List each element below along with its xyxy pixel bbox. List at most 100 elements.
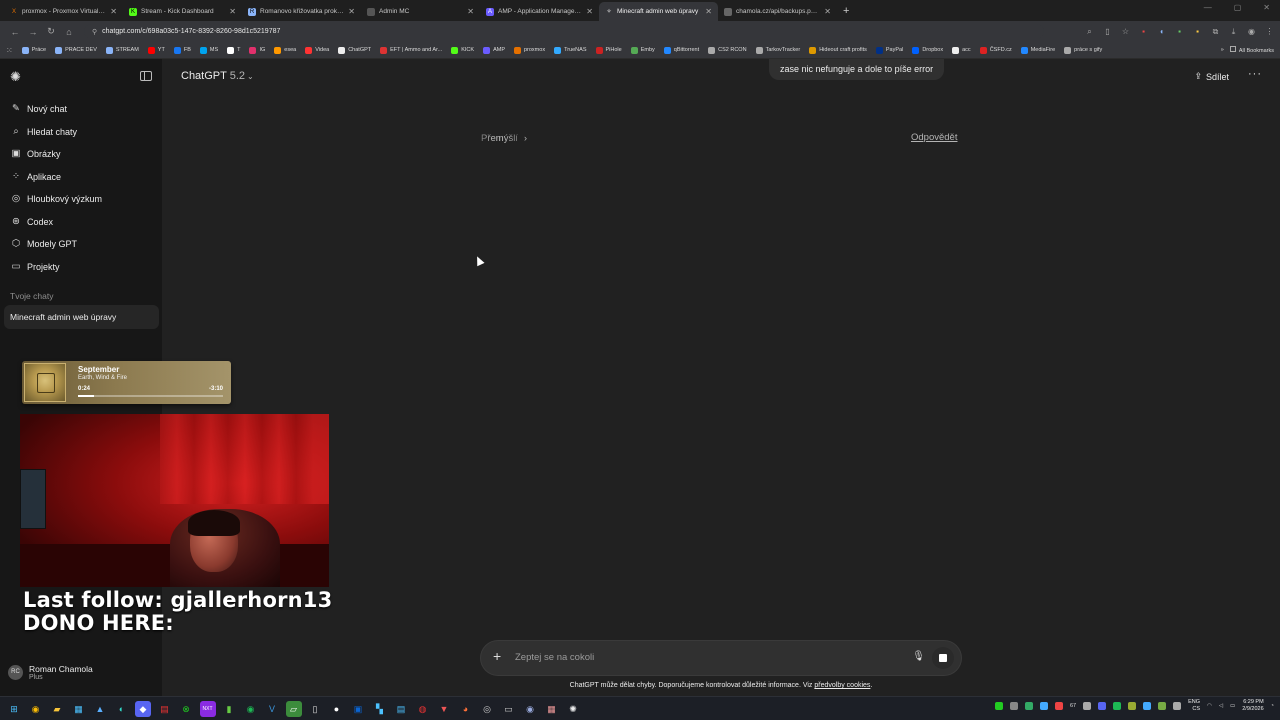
app-icon[interactable]: ▚: [372, 701, 388, 717]
menu-dots-icon[interactable]: ⋮: [1265, 27, 1274, 36]
sidebar-item-apps[interactable]: ⁘ Aplikace: [10, 168, 61, 186]
chatgpt-icon[interactable]: ✺: [565, 701, 581, 717]
bookmark-item[interactable]: Videa: [305, 46, 329, 54]
sidebar-item-gpts[interactable]: ⬡ Modely GPT: [10, 235, 77, 253]
browser-tab[interactable]: K Stream - Kick Dashboard ✕: [123, 2, 242, 21]
close-tab-icon[interactable]: ✕: [586, 7, 593, 16]
chrome-icon[interactable]: ◉: [28, 701, 44, 717]
close-window-icon[interactable]: ✕: [1263, 3, 1270, 12]
extension-icon[interactable]: ▪: [1175, 27, 1184, 36]
tray-icon[interactable]: [1173, 702, 1182, 710]
bookmark-item[interactable]: TarkovTracker: [755, 46, 800, 54]
sidebar-item-deep-research[interactable]: ◎ Hloubkový výzkum: [10, 190, 102, 208]
edge-icon[interactable]: ◐: [114, 701, 130, 717]
bookmark-star-icon[interactable]: ☆: [1121, 27, 1130, 36]
close-tab-icon[interactable]: ✕: [467, 7, 474, 16]
store-icon[interactable]: ▦: [71, 701, 87, 717]
bookmark-item[interactable]: PayPal: [875, 46, 903, 54]
notepad-icon[interactable]: ▯: [307, 701, 323, 717]
language-indicator[interactable]: ENG CS: [1188, 699, 1200, 713]
tray-icon[interactable]: [1143, 702, 1152, 710]
outlook-icon[interactable]: ▣: [350, 701, 366, 717]
xbox-icon[interactable]: ⊗: [178, 701, 194, 717]
notification-bell-icon[interactable]: ◔: [1271, 703, 1274, 709]
apps-grid-icon[interactable]: ⁙: [6, 46, 13, 55]
app-icon[interactable]: ▼: [436, 701, 452, 717]
photos-icon[interactable]: ▲: [92, 701, 108, 717]
extension-icon[interactable]: ▪: [1193, 27, 1202, 36]
new-tab-button[interactable]: +: [843, 2, 849, 21]
tray-icon[interactable]: [1158, 702, 1167, 710]
app-icon[interactable]: ▭: [501, 701, 517, 717]
message-composer[interactable]: + Zeptej se na cokoli 🎙: [481, 641, 961, 675]
back-icon[interactable]: ←: [6, 27, 24, 37]
close-tab-icon[interactable]: ✕: [348, 7, 355, 16]
browser-tab[interactable]: Admin MC ✕: [361, 2, 480, 21]
app-icon[interactable]: ▤: [393, 701, 409, 717]
app-icon[interactable]: ▤: [157, 701, 173, 717]
close-tab-icon[interactable]: ✕: [110, 7, 117, 16]
home-icon[interactable]: ⌂: [60, 27, 78, 37]
discord-icon[interactable]: ◆: [135, 700, 151, 717]
app-icon[interactable]: NXT: [199, 700, 216, 717]
browser-tab[interactable]: R Romanovo křižovatka prokliků ✕: [242, 2, 361, 21]
reload-icon[interactable]: ↻: [42, 26, 60, 37]
bookmark-item[interactable]: PRACE DEV: [55, 46, 97, 54]
tray-icon[interactable]: [1039, 702, 1048, 710]
microphone-icon[interactable]: 🎙: [912, 651, 925, 662]
app-icon[interactable]: ▮: [221, 701, 237, 717]
chevron-right-icon[interactable]: ›: [524, 133, 527, 143]
browser-tab[interactable]: Xproxmox - Proxmox Virtual Environment ✕: [4, 2, 123, 21]
bookmark-item[interactable]: ČSFD.cz: [979, 46, 1012, 54]
tray-icon[interactable]: [1009, 702, 1018, 710]
bookmark-item[interactable]: T: [227, 46, 240, 54]
vscode-icon[interactable]: V: [264, 701, 280, 717]
bookmark-item[interactable]: Práce: [21, 46, 46, 54]
steam-icon[interactable]: ◉: [522, 701, 538, 717]
all-bookmarks-button[interactable]: All Bookmarks: [1229, 46, 1274, 54]
firefox-icon[interactable]: ◕: [458, 701, 474, 717]
bookmark-item[interactable]: MS: [199, 46, 218, 54]
stop-generation-button[interactable]: [932, 647, 954, 669]
user-account[interactable]: RC Roman Chamola Plus: [8, 664, 93, 681]
sidebar-item-images[interactable]: ▣ Obrázky: [10, 145, 61, 163]
sidebar-item-new-chat[interactable]: ✎ Nový chat: [10, 100, 67, 118]
bookmark-item[interactable]: MediaFire: [1020, 46, 1055, 54]
close-tab-icon[interactable]: ✕: [229, 7, 236, 16]
bookmark-item[interactable]: FB: [173, 46, 191, 54]
tray-icon[interactable]: [1024, 702, 1033, 710]
cookie-preferences-link[interactable]: předvolby cookies: [814, 682, 870, 689]
app-icon[interactable]: ▦: [544, 701, 560, 717]
bookmark-item[interactable]: CS2 RCON: [708, 46, 747, 54]
profile-icon[interactable]: ◉: [1247, 27, 1256, 36]
extension-icon[interactable]: ◖: [1157, 27, 1166, 36]
start-windows-icon[interactable]: ⊞: [6, 701, 22, 717]
tray-icon[interactable]: [1083, 702, 1092, 710]
bookmark-item[interactable]: AMP: [483, 46, 505, 54]
maximize-icon[interactable]: ▢: [1234, 3, 1242, 12]
bookmark-item[interactable]: ChatGPT: [338, 46, 371, 54]
model-selector[interactable]: ChatGPT 5.2 ⌄: [181, 70, 254, 82]
browser-tab[interactable]: chamola.cz/api/backups.php?a ✕: [718, 2, 837, 21]
clock[interactable]: 6:29 PM 2/9/2026: [1242, 699, 1263, 713]
extension-icon[interactable]: ▪: [1139, 27, 1148, 36]
tray-icon[interactable]: [994, 702, 1003, 710]
tray-icon[interactable]: [1113, 702, 1122, 710]
bookmark-item[interactable]: YT: [147, 46, 165, 54]
bookmark-item[interactable]: Emby: [630, 46, 655, 54]
tray-icon[interactable]: [1098, 702, 1107, 710]
app-icon[interactable]: ●: [329, 701, 345, 717]
forward-icon[interactable]: →: [24, 27, 42, 37]
download-icon[interactable]: ⤓: [1229, 27, 1238, 37]
volume-icon[interactable]: ◁: [1219, 703, 1223, 709]
bookmark-item[interactable]: acc: [952, 46, 971, 54]
app-icon[interactable]: ◍: [415, 701, 431, 717]
bookmark-item[interactable]: EFT | Ammo and Ar...: [380, 46, 442, 54]
sidebar-item-codex[interactable]: ⊛ Codex: [10, 213, 53, 231]
site-info-icon[interactable]: ⚲: [92, 28, 97, 36]
app-icon[interactable]: ◎: [479, 701, 495, 717]
thinking-status[interactable]: Přemýšlí: [481, 133, 518, 144]
bookmark-item[interactable]: STREAM: [105, 46, 139, 54]
zoom-icon[interactable]: ⌕: [1085, 27, 1094, 37]
page-icon[interactable]: ▯: [1103, 27, 1112, 36]
